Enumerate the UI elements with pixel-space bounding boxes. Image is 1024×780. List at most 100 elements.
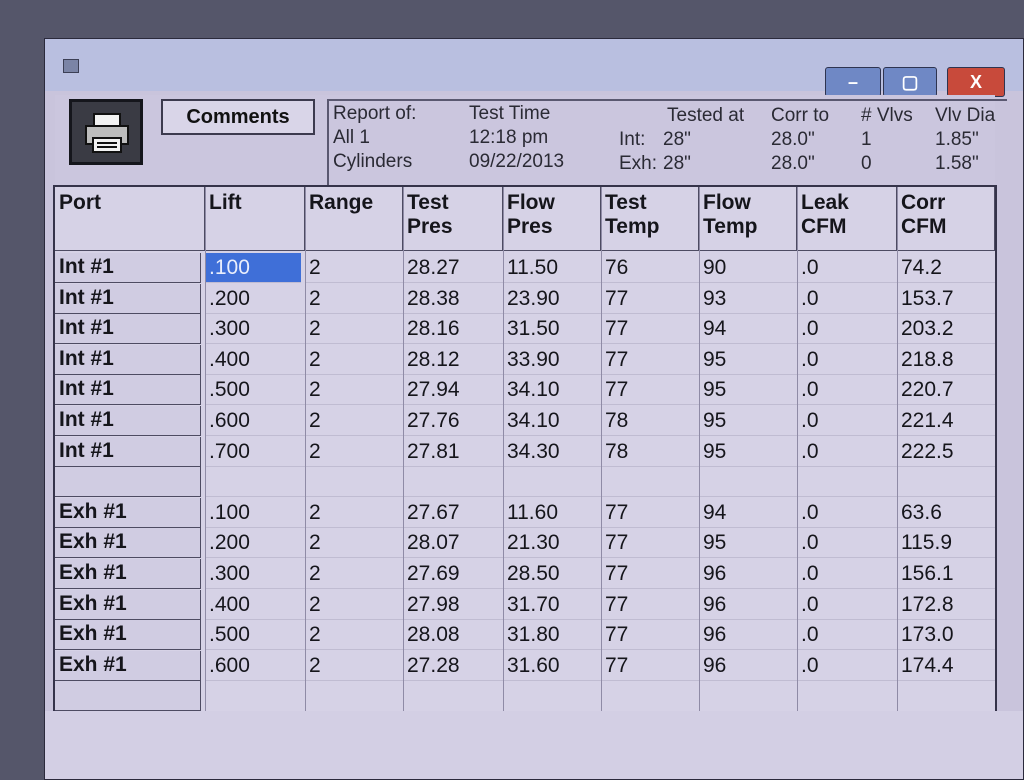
table-cell-corr-cfm[interactable]: 203.2	[897, 314, 995, 345]
row-header[interactable]: Exh #1	[55, 497, 201, 528]
table-cell-test-pres[interactable]: 27.69	[403, 559, 503, 589]
table-cell-leak-cfm[interactable]: .0	[797, 314, 897, 345]
column-header-corr-cfm[interactable]: Corr CFM	[897, 187, 995, 251]
table-cell-test-temp[interactable]: 78	[601, 406, 699, 436]
table-cell-range[interactable]: 2	[305, 651, 403, 681]
table-cell-corr-cfm[interactable]: 153.7	[897, 284, 995, 314]
row-header[interactable]: Exh #1	[55, 589, 201, 620]
table-cell-range[interactable]: 2	[305, 253, 403, 283]
table-cell-lift[interactable]: .500	[205, 620, 305, 651]
table-cell-lift[interactable]: .200	[205, 284, 305, 314]
table-cell-test-temp[interactable]: 77	[601, 498, 699, 528]
table-cell-test-temp[interactable]: 76	[601, 253, 699, 283]
table-cell-test-pres[interactable]: 28.27	[403, 253, 503, 283]
table-cell-flow-pres[interactable]: 23.90	[503, 284, 601, 314]
table-cell-corr-cfm[interactable]	[897, 467, 995, 498]
table-cell-range[interactable]: 2	[305, 620, 403, 651]
table-cell-test-temp[interactable]: 77	[601, 284, 699, 314]
row-header[interactable]	[55, 467, 201, 498]
table-cell-test-pres[interactable]: 28.08	[403, 620, 503, 651]
table-cell-range[interactable]: 2	[305, 437, 403, 467]
table-cell-test-temp[interactable]: 77	[601, 375, 699, 406]
table-cell-lift[interactable]: .600	[205, 651, 305, 681]
table-cell-test-temp[interactable]: 77	[601, 314, 699, 345]
table-cell-leak-cfm[interactable]: .0	[797, 498, 897, 528]
table-cell-leak-cfm[interactable]: .0	[797, 406, 897, 436]
table-cell-flow-pres[interactable]: 11.60	[503, 498, 601, 528]
table-cell-lift[interactable]: .300	[205, 559, 305, 589]
row-header[interactable]: Exh #1	[55, 528, 201, 559]
table-cell-corr-cfm[interactable]: 220.7	[897, 375, 995, 406]
table-cell-flow-temp[interactable]: 95	[699, 375, 797, 406]
table-cell-leak-cfm[interactable]: .0	[797, 345, 897, 375]
table-cell-test-pres[interactable]: 27.67	[403, 498, 503, 528]
table-cell-test-temp[interactable]: 77	[601, 651, 699, 681]
table-cell-flow-temp[interactable]: 93	[699, 284, 797, 314]
table-cell-lift[interactable]: .100	[205, 253, 301, 283]
minimize-button[interactable]: –	[825, 67, 881, 97]
table-cell-corr-cfm[interactable]: 115.9	[897, 528, 995, 559]
title-bar[interactable]: – ▢ X	[45, 39, 1023, 97]
table-cell-leak-cfm[interactable]: .0	[797, 375, 897, 406]
table-cell-leak-cfm[interactable]: .0	[797, 651, 897, 681]
table-cell-corr-cfm[interactable]: 218.8	[897, 345, 995, 375]
table-cell-lift[interactable]: .400	[205, 345, 305, 375]
table-cell-test-pres[interactable]: 27.81	[403, 437, 503, 467]
row-header[interactable]: Int #1	[55, 314, 201, 345]
table-cell-leak-cfm[interactable]: .0	[797, 437, 897, 467]
table-cell-flow-pres[interactable]: 34.10	[503, 406, 601, 436]
table-cell-lift[interactable]: .200	[205, 528, 305, 559]
column-header-port[interactable]: Port	[55, 187, 205, 251]
table-cell-lift[interactable]	[205, 467, 305, 498]
table-cell-range[interactable]: 2	[305, 528, 403, 559]
table-cell-lift[interactable]: .600	[205, 406, 305, 436]
table-cell-test-pres[interactable]: 27.76	[403, 406, 503, 436]
table-cell-leak-cfm[interactable]: .0	[797, 253, 897, 283]
row-header[interactable]: Int #1	[55, 375, 201, 406]
row-header[interactable]: Int #1	[55, 344, 201, 375]
table-cell-range[interactable]: 2	[305, 559, 403, 589]
table-cell-leak-cfm[interactable]	[797, 467, 897, 498]
table-cell-flow-temp[interactable]: 96	[699, 620, 797, 651]
table-cell-flow-pres[interactable]: 31.70	[503, 590, 601, 620]
table-cell-range[interactable]: 2	[305, 590, 403, 620]
table-cell-flow-temp[interactable]: 94	[699, 498, 797, 528]
table-cell-flow-temp[interactable]: 95	[699, 437, 797, 467]
flow-data-table[interactable]: Port Lift Range Test Pres Flow Pres Test Temp…	[53, 185, 997, 713]
column-header-range[interactable]: Range	[305, 187, 403, 251]
table-cell-leak-cfm[interactable]: .0	[797, 284, 897, 314]
row-header[interactable]: Int #1	[55, 283, 201, 314]
table-cell-flow-pres[interactable]: 34.30	[503, 437, 601, 467]
close-button[interactable]: X	[947, 67, 1005, 97]
table-cell-flow-pres[interactable]: 31.60	[503, 651, 601, 681]
table-cell-range[interactable]: 2	[305, 406, 403, 436]
column-header-test-pres[interactable]: Test Pres	[403, 187, 503, 251]
table-cell-range[interactable]	[305, 467, 403, 498]
table-cell-leak-cfm[interactable]: .0	[797, 620, 897, 651]
column-header-lift[interactable]: Lift	[205, 187, 305, 251]
table-cell-range[interactable]: 2	[305, 375, 403, 406]
table-cell-test-pres[interactable]: 27.94	[403, 375, 503, 406]
table-cell-corr-cfm[interactable]: 172.8	[897, 590, 995, 620]
row-header[interactable]	[55, 681, 201, 712]
row-header[interactable]: Exh #1	[55, 650, 201, 681]
table-cell-test-temp[interactable]	[601, 467, 699, 498]
table-cell-flow-temp[interactable]: 90	[699, 253, 797, 283]
column-header-flow-temp[interactable]: Flow Temp	[699, 187, 797, 251]
table-cell-test-pres[interactable]: 28.16	[403, 314, 503, 345]
table-cell-corr-cfm[interactable]: 74.2	[897, 253, 995, 283]
table-cell-corr-cfm[interactable]: 222.5	[897, 437, 995, 467]
table-cell-flow-pres[interactable]: 28.50	[503, 559, 601, 589]
table-cell-test-pres[interactable]: 28.38	[403, 284, 503, 314]
table-cell-flow-pres[interactable]: 33.90	[503, 345, 601, 375]
table-cell-flow-pres[interactable]: 31.50	[503, 314, 601, 345]
table-cell-lift[interactable]: .500	[205, 375, 305, 406]
table-cell-corr-cfm[interactable]: 156.1	[897, 559, 995, 589]
table-cell-test-temp[interactable]: 77	[601, 590, 699, 620]
comments-button[interactable]: Comments	[161, 99, 315, 135]
column-header-flow-pres[interactable]: Flow Pres	[503, 187, 601, 251]
row-header[interactable]: Exh #1	[55, 620, 201, 651]
table-cell-lift[interactable]: .700	[205, 437, 305, 467]
table-cell-test-temp[interactable]: 77	[601, 559, 699, 589]
table-cell-flow-pres[interactable]: 21.30	[503, 528, 601, 559]
